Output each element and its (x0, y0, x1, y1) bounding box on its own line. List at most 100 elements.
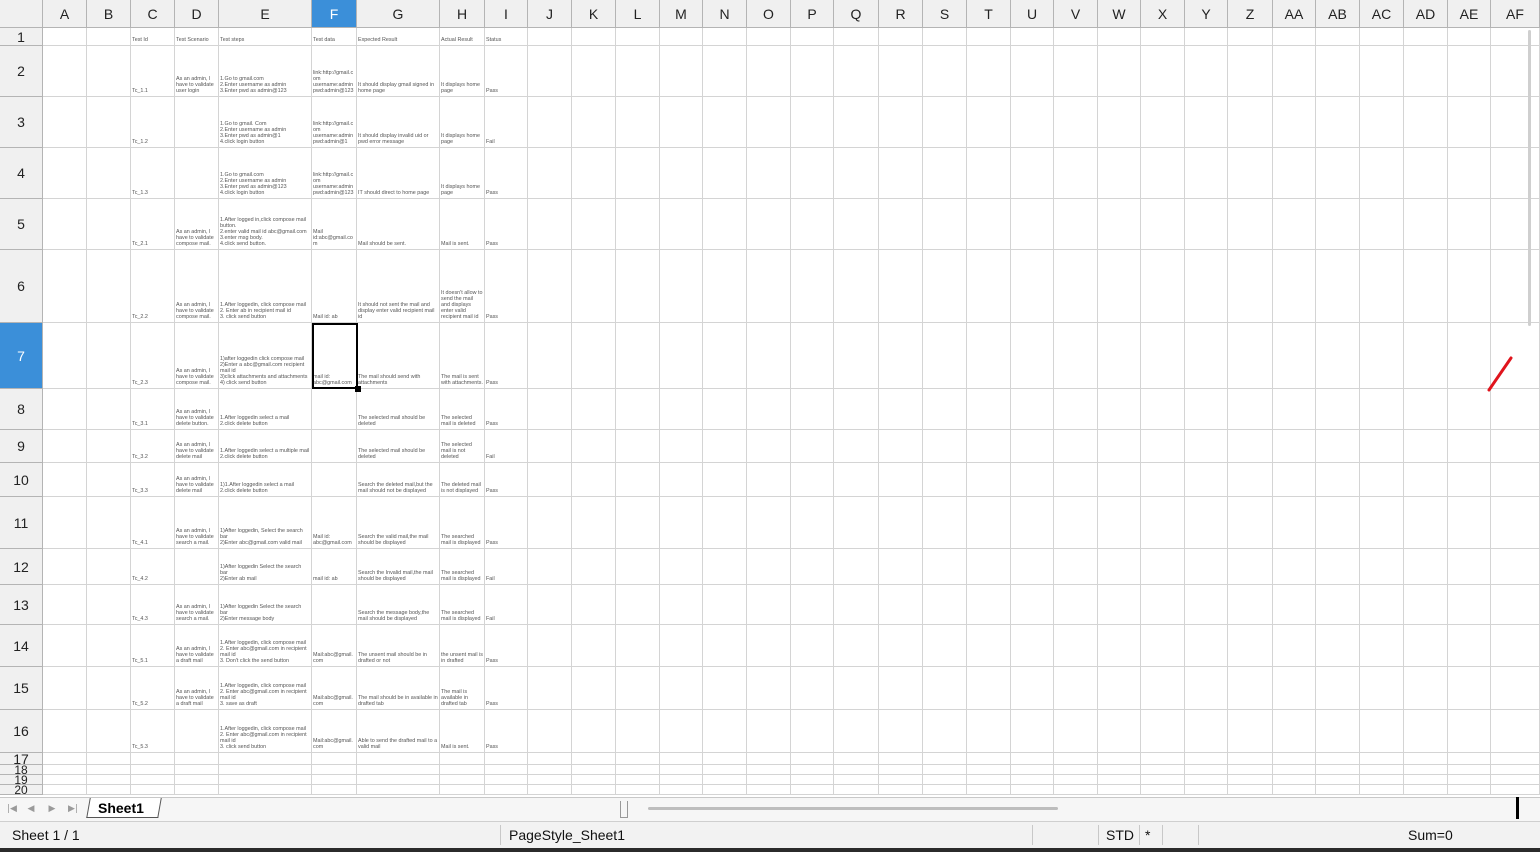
cell-e6[interactable]: 1.After loggedin, click compose mail 2. … (219, 250, 312, 323)
cell-v1[interactable] (1054, 28, 1098, 46)
cell-f12[interactable]: mail id: ab (312, 549, 357, 585)
row-header-14[interactable]: 14 (0, 625, 43, 667)
cell-q1[interactable] (834, 28, 879, 46)
cell-q20[interactable] (834, 785, 879, 795)
cell-aa16[interactable] (1273, 710, 1316, 753)
cell-l13[interactable] (616, 585, 660, 625)
cell-ad10[interactable] (1404, 463, 1448, 497)
cell-x10[interactable] (1141, 463, 1185, 497)
cell-t13[interactable] (967, 585, 1011, 625)
cell-s15[interactable] (923, 667, 967, 710)
cell-c6[interactable]: Tc_2.2 (131, 250, 175, 323)
cell-w10[interactable] (1098, 463, 1141, 497)
cell-a11[interactable] (43, 497, 87, 549)
cell-e14[interactable]: 1.After loggedin, click compose mail 2. … (219, 625, 312, 667)
cell-e1[interactable]: Test steps (219, 28, 312, 46)
column-header-ad[interactable]: AD (1404, 0, 1448, 28)
cell-d19[interactable] (175, 775, 219, 785)
cell-ac20[interactable] (1360, 785, 1404, 795)
cell-l12[interactable] (616, 549, 660, 585)
cell-x13[interactable] (1141, 585, 1185, 625)
cell-ac14[interactable] (1360, 625, 1404, 667)
cell-t14[interactable] (967, 625, 1011, 667)
cell-k10[interactable] (572, 463, 616, 497)
cell-z6[interactable] (1228, 250, 1273, 323)
cell-r10[interactable] (879, 463, 923, 497)
cell-l14[interactable] (616, 625, 660, 667)
cell-o5[interactable] (747, 199, 791, 250)
cell-j13[interactable] (528, 585, 572, 625)
cell-a4[interactable] (43, 148, 87, 199)
cell-i11[interactable]: Pass (485, 497, 528, 549)
cell-ae11[interactable] (1448, 497, 1491, 549)
cell-b1[interactable] (87, 28, 131, 46)
cell-z8[interactable] (1228, 389, 1273, 430)
cell-j18[interactable] (528, 765, 572, 775)
cell-a20[interactable] (43, 785, 87, 795)
cell-a17[interactable] (43, 753, 87, 765)
cell-ab12[interactable] (1316, 549, 1360, 585)
cell-d7[interactable]: As an admin, I have to validate compose … (175, 323, 219, 389)
cell-p6[interactable] (791, 250, 834, 323)
cell-l11[interactable] (616, 497, 660, 549)
cell-aa11[interactable] (1273, 497, 1316, 549)
cell-f19[interactable] (312, 775, 357, 785)
cell-i3[interactable]: Fail (485, 97, 528, 148)
cell-ac3[interactable] (1360, 97, 1404, 148)
cell-e13[interactable]: 1)After loggedin Select the search bar 2… (219, 585, 312, 625)
cell-v4[interactable] (1054, 148, 1098, 199)
cell-ac10[interactable] (1360, 463, 1404, 497)
cell-p9[interactable] (791, 430, 834, 463)
cell-ad3[interactable] (1404, 97, 1448, 148)
cell-c9[interactable]: Tc_3.2 (131, 430, 175, 463)
cell-ab13[interactable] (1316, 585, 1360, 625)
cell-ad12[interactable] (1404, 549, 1448, 585)
cell-ad17[interactable] (1404, 753, 1448, 765)
column-header-s[interactable]: S (923, 0, 967, 28)
cell-d10[interactable]: As an admin, I have to validate delete m… (175, 463, 219, 497)
cell-n16[interactable] (703, 710, 747, 753)
cell-ab15[interactable] (1316, 667, 1360, 710)
cell-v16[interactable] (1054, 710, 1098, 753)
cell-ae12[interactable] (1448, 549, 1491, 585)
cell-u13[interactable] (1011, 585, 1054, 625)
cell-k8[interactable] (572, 389, 616, 430)
cell-o15[interactable] (747, 667, 791, 710)
cell-i1[interactable]: Status (485, 28, 528, 46)
cell-ae2[interactable] (1448, 46, 1491, 97)
cell-g3[interactable]: It should display invalid uid or pwd err… (357, 97, 440, 148)
cell-z7[interactable] (1228, 323, 1273, 389)
cell-z17[interactable] (1228, 753, 1273, 765)
cell-ab19[interactable] (1316, 775, 1360, 785)
cell-c10[interactable]: Tc_3.3 (131, 463, 175, 497)
cell-j10[interactable] (528, 463, 572, 497)
cell-ae1[interactable] (1448, 28, 1491, 46)
sum-display[interactable]: Sum=0 (1408, 827, 1453, 843)
row-header-10[interactable]: 10 (0, 463, 43, 497)
cell-s8[interactable] (923, 389, 967, 430)
row-header-9[interactable]: 9 (0, 430, 43, 463)
row-header-5[interactable]: 5 (0, 199, 43, 250)
cell-q16[interactable] (834, 710, 879, 753)
cell-m5[interactable] (660, 199, 703, 250)
cell-z12[interactable] (1228, 549, 1273, 585)
cell-t4[interactable] (967, 148, 1011, 199)
cell-i7[interactable]: Pass (485, 323, 528, 389)
cell-h14[interactable]: the unsent mail is in drafted (440, 625, 485, 667)
cell-x15[interactable] (1141, 667, 1185, 710)
cell-z11[interactable] (1228, 497, 1273, 549)
cell-a6[interactable] (43, 250, 87, 323)
column-header-l[interactable]: L (616, 0, 660, 28)
cell-h20[interactable] (440, 785, 485, 795)
cell-y2[interactable] (1185, 46, 1228, 97)
cell-y4[interactable] (1185, 148, 1228, 199)
cell-w5[interactable] (1098, 199, 1141, 250)
cell-h3[interactable]: It displays home page (440, 97, 485, 148)
row-header-3[interactable]: 3 (0, 97, 43, 148)
cell-x19[interactable] (1141, 775, 1185, 785)
cell-a1[interactable] (43, 28, 87, 46)
cell-s6[interactable] (923, 250, 967, 323)
cell-i19[interactable] (485, 775, 528, 785)
column-header-f[interactable]: F (312, 0, 357, 28)
cell-ad13[interactable] (1404, 585, 1448, 625)
